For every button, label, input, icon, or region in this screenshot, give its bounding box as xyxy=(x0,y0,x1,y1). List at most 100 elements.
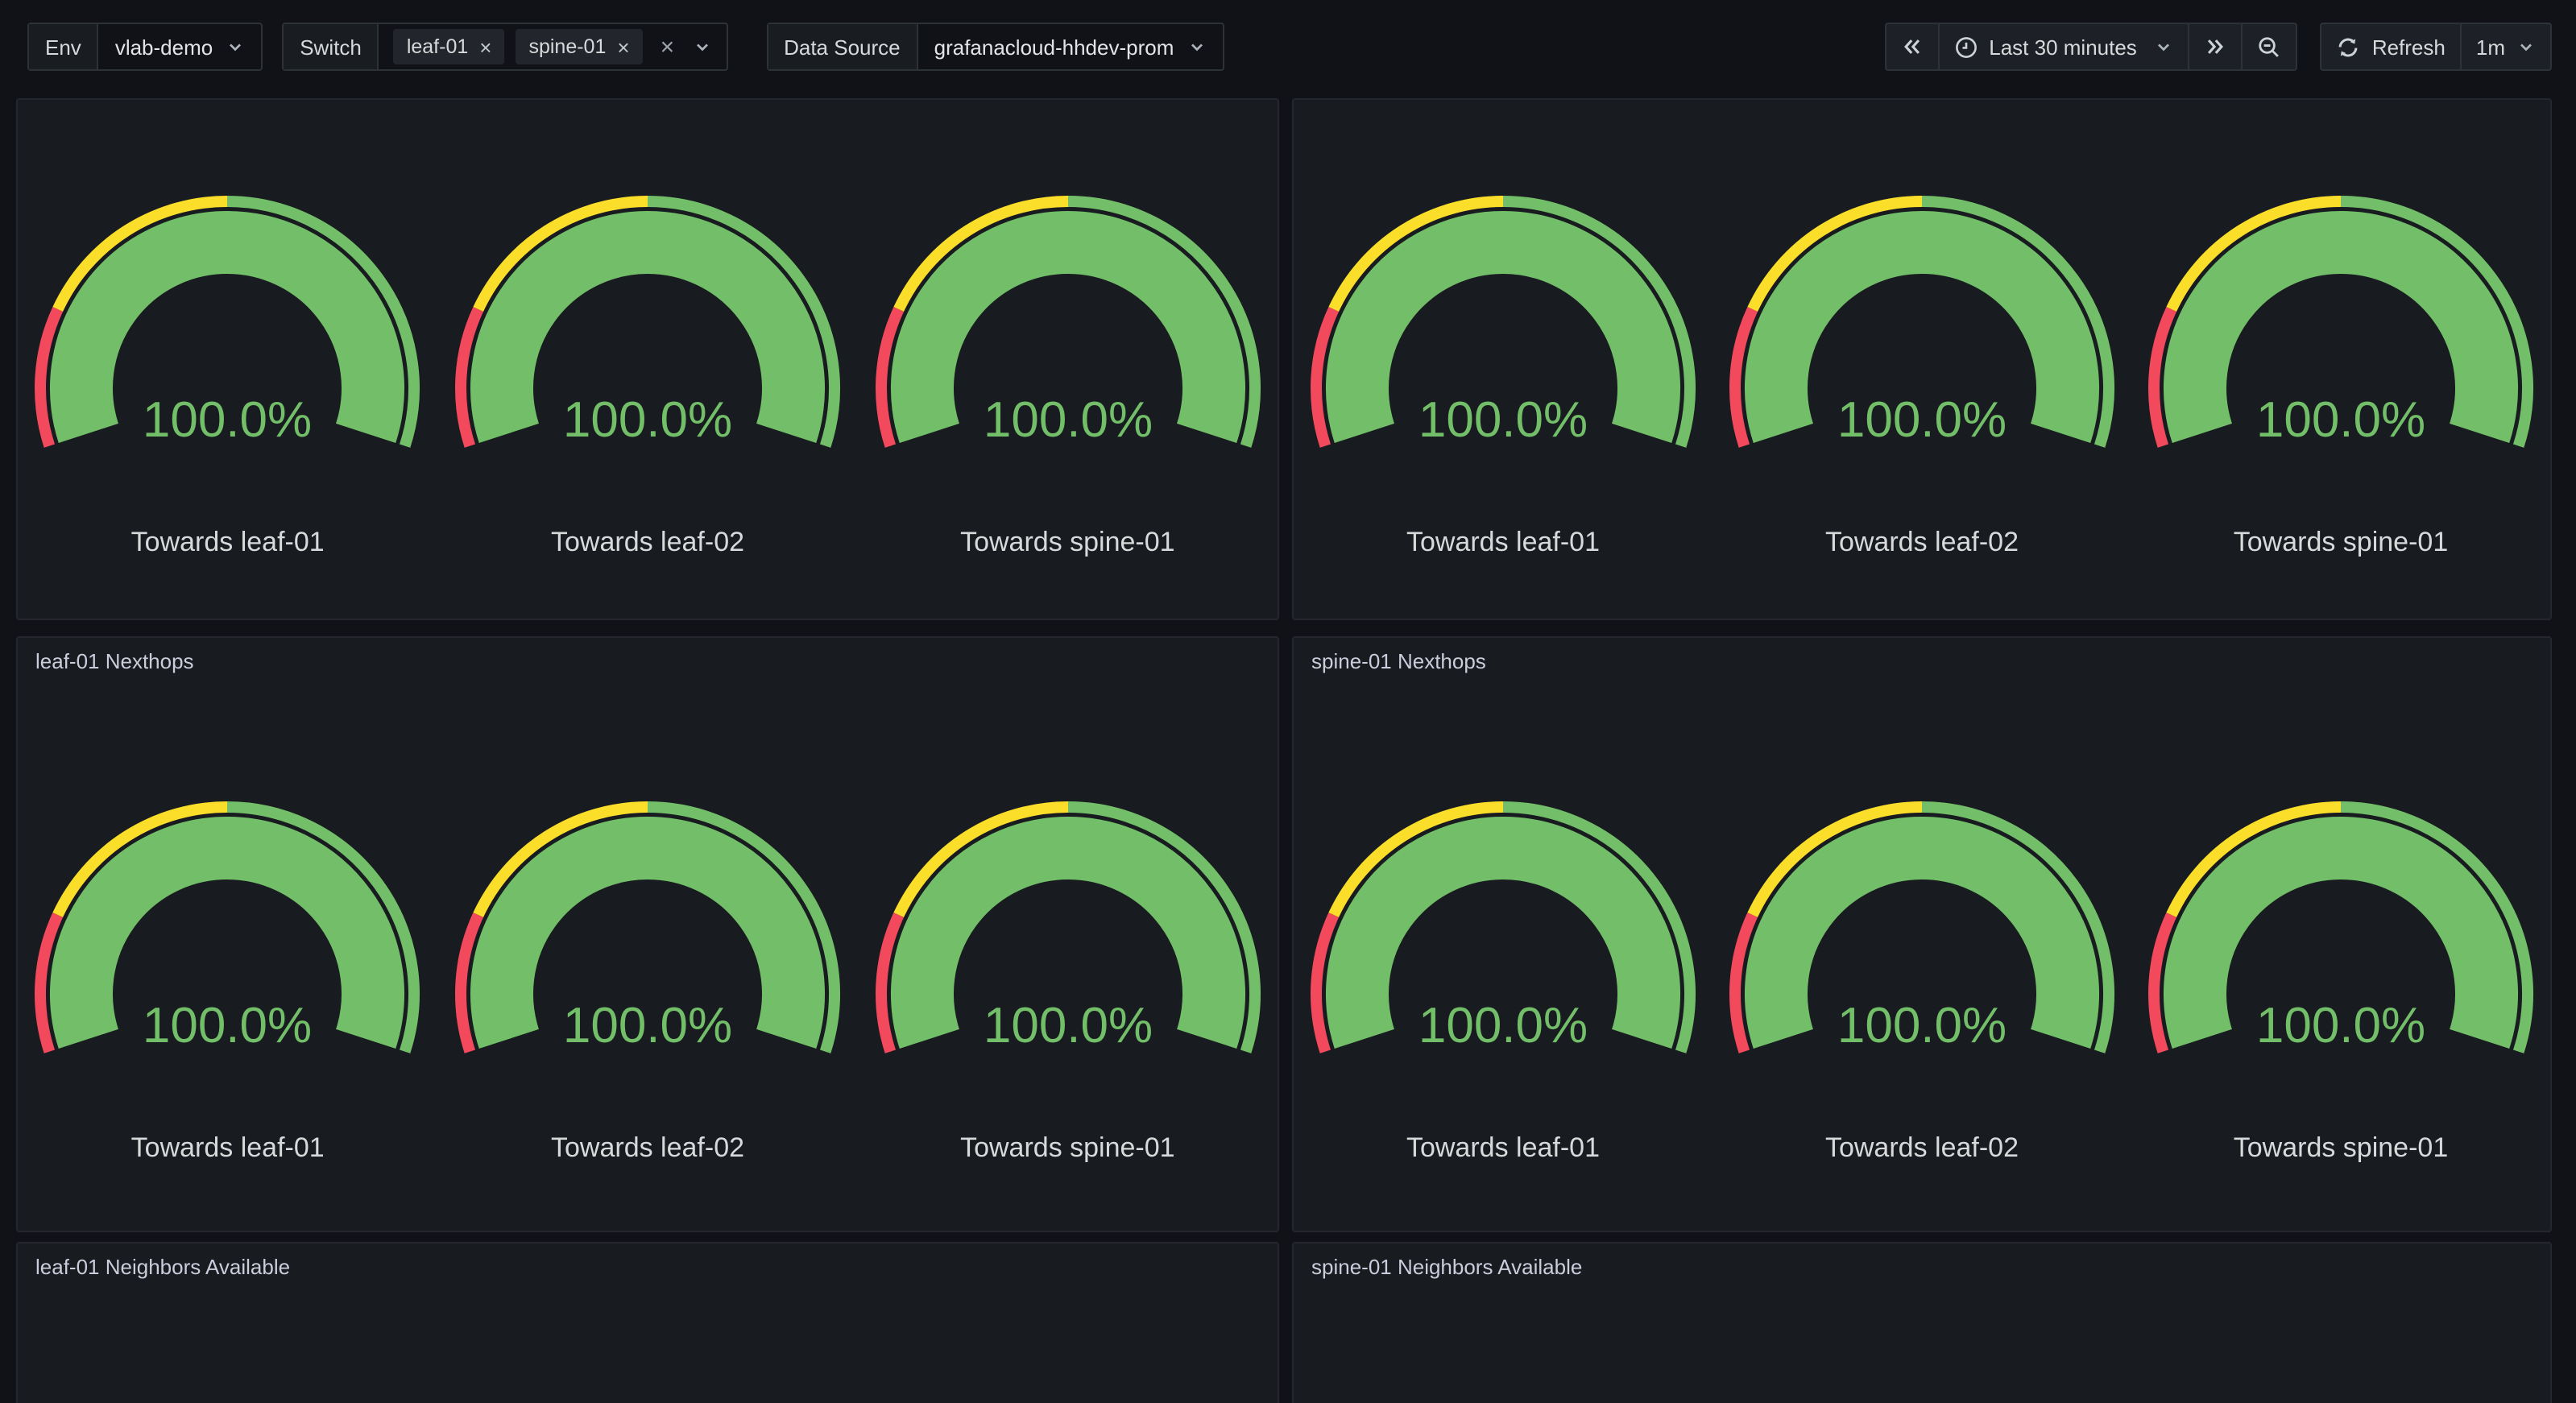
env-variable-picker[interactable]: vlab-demo xyxy=(99,24,261,69)
gauge-value: 100.0% xyxy=(1418,998,1588,1053)
gauge-label: Towards leaf-01 xyxy=(1406,1132,1600,1165)
switch-tag-leaf-01[interactable]: leaf-01 × xyxy=(394,29,505,64)
panel-title[interactable]: spine-01 Neighbors Available xyxy=(1294,1244,2550,1279)
gauge: 100.0% Towards leaf-01 xyxy=(18,797,437,1165)
gauge: 100.0% Towards leaf-01 xyxy=(1294,192,1713,559)
datasource-variable-control: Data Source grafanacloud-hhdev-prom xyxy=(766,23,1224,71)
env-variable-value: vlab-demo xyxy=(115,35,213,59)
gauge: 100.0% Towards spine-01 xyxy=(858,192,1278,559)
gauge-row: 100.0% Towards leaf-01 100.0% Towards le… xyxy=(18,797,1278,1165)
refresh-label: Refresh xyxy=(2372,35,2446,59)
gauge-value: 100.0% xyxy=(2256,392,2425,448)
time-shift-back-button[interactable] xyxy=(1886,24,1937,69)
gauge-row: 100.0% Towards leaf-01 100.0% Towards le… xyxy=(1294,797,2550,1165)
gauge-value: 100.0% xyxy=(1837,392,2007,448)
gauge-value: 100.0% xyxy=(143,392,313,448)
refresh-group: Refresh 1m xyxy=(2321,23,2552,71)
gauge-arc: 100.0% xyxy=(874,192,1261,453)
gauge-arc: 100.0% xyxy=(454,192,841,453)
panel-gauges-right-top: 100.0% Towards leaf-01 100.0% Towards le… xyxy=(1292,98,2552,620)
refresh-sync-icon xyxy=(2337,35,2361,59)
gauge-label: Towards spine-01 xyxy=(2234,1132,2449,1165)
panel-title[interactable]: leaf-01 Neighbors Available xyxy=(18,1244,1278,1279)
datasource-variable-picker[interactable]: grafanacloud-hhdev-prom xyxy=(918,24,1223,69)
refresh-interval-picker[interactable]: 1m xyxy=(2460,24,2550,69)
gauge-arc: 100.0% xyxy=(874,797,1261,1058)
remove-tag-icon[interactable]: × xyxy=(617,36,629,57)
chevron-down-icon xyxy=(2155,37,2174,56)
time-controls: Last 30 minutes xyxy=(1884,23,2552,71)
gauge-value: 100.0% xyxy=(563,392,732,448)
panel-spine-01-nexthops: spine-01 Nexthops 100.0% Towards leaf-01… xyxy=(1292,636,2552,1232)
gauge: 100.0% Towards spine-01 xyxy=(2131,797,2550,1165)
gauge-label: Towards leaf-01 xyxy=(131,527,325,559)
gauge-arc: 100.0% xyxy=(35,797,421,1058)
gauge: 100.0% Towards spine-01 xyxy=(2131,192,2550,559)
env-variable-label: Env xyxy=(29,24,99,69)
gauge-label: Towards leaf-02 xyxy=(551,527,744,559)
gauge-label: Towards leaf-01 xyxy=(131,1132,325,1165)
gauge: 100.0% Towards leaf-02 xyxy=(437,192,857,559)
gauge-label: Towards leaf-02 xyxy=(551,1132,744,1165)
switch-variable-picker[interactable]: leaf-01 × spine-01 × × xyxy=(379,24,726,69)
datasource-variable-value: grafanacloud-hhdev-prom xyxy=(934,35,1174,59)
time-picker-group: Last 30 minutes xyxy=(1884,23,2298,71)
gauge-label: Towards leaf-01 xyxy=(1406,527,1600,559)
grafana-dashboard: Env vlab-demo Switch leaf-01 × spine xyxy=(0,0,2576,1403)
clear-all-icon[interactable]: × xyxy=(654,33,681,60)
variable-controls: Env vlab-demo Switch leaf-01 × spine xyxy=(27,23,1224,71)
refresh-interval-value: 1m xyxy=(2476,35,2505,59)
zoom-out-icon xyxy=(2258,35,2282,59)
switch-variable-label: Switch xyxy=(284,24,379,69)
panel-title[interactable]: spine-01 Nexthops xyxy=(1294,638,2550,673)
gauge-row: 100.0% Towards leaf-01 100.0% Towards le… xyxy=(18,192,1278,559)
panel-leaf-01-neighbors-available: leaf-01 Neighbors Available xyxy=(16,1242,1279,1403)
gauge-row: 100.0% Towards leaf-01 100.0% Towards le… xyxy=(1294,192,2550,559)
double-chevron-left-icon xyxy=(1900,35,1923,58)
time-shift-forward-button[interactable] xyxy=(2189,24,2242,69)
refresh-button[interactable]: Refresh xyxy=(2322,24,2460,69)
gauge-label: Towards spine-01 xyxy=(960,1132,1175,1165)
chevron-down-icon xyxy=(2516,37,2536,56)
gauge: 100.0% Towards leaf-01 xyxy=(18,192,437,559)
gauge-label: Towards spine-01 xyxy=(960,527,1175,559)
time-range-label: Last 30 minutes xyxy=(1989,35,2137,59)
chevron-down-icon xyxy=(1187,37,1206,56)
gauge-label: Towards spine-01 xyxy=(2234,527,2449,559)
gauge-value: 100.0% xyxy=(2256,998,2425,1053)
gauge-arc: 100.0% xyxy=(1310,192,1696,453)
gauge-value: 100.0% xyxy=(983,998,1152,1053)
switch-variable-control: Switch leaf-01 × spine-01 × × xyxy=(282,23,727,71)
gauge: 100.0% Towards leaf-02 xyxy=(437,797,857,1165)
gauge-arc: 100.0% xyxy=(1729,797,2115,1058)
gauge: 100.0% Towards leaf-02 xyxy=(1713,797,2131,1165)
clock-icon xyxy=(1953,35,1978,59)
gauge-value: 100.0% xyxy=(1837,998,2007,1053)
gauge-value: 100.0% xyxy=(563,998,732,1053)
gauge-arc: 100.0% xyxy=(1310,797,1696,1058)
gauge-arc: 100.0% xyxy=(35,192,421,453)
dashboard-toolbar: Env vlab-demo Switch leaf-01 × spine xyxy=(27,23,2552,71)
panel-leaf-01-nexthops: leaf-01 Nexthops 100.0% Towards leaf-01 … xyxy=(16,636,1279,1232)
gauge-value: 100.0% xyxy=(1418,392,1588,448)
remove-tag-icon[interactable]: × xyxy=(479,36,491,57)
gauge-value: 100.0% xyxy=(143,998,313,1053)
gauge-arc: 100.0% xyxy=(1729,192,2115,453)
gauge: 100.0% Towards leaf-02 xyxy=(1713,192,2131,559)
gauge: 100.0% Towards spine-01 xyxy=(858,797,1278,1165)
panel-title[interactable]: leaf-01 Nexthops xyxy=(18,638,1278,673)
chevron-down-icon xyxy=(226,37,245,56)
gauge-arc: 100.0% xyxy=(454,797,841,1058)
double-chevron-right-icon xyxy=(2205,35,2227,58)
gauge-label: Towards leaf-02 xyxy=(1825,527,2019,559)
chevron-down-icon[interactable] xyxy=(692,37,711,56)
switch-tag-spine-01[interactable]: spine-01 × xyxy=(516,29,642,64)
env-variable-control: Env vlab-demo xyxy=(27,23,263,71)
zoom-out-button[interactable] xyxy=(2242,24,2296,69)
switch-tag-label: spine-01 xyxy=(528,35,606,58)
gauge-value: 100.0% xyxy=(983,392,1152,448)
switch-tag-label: leaf-01 xyxy=(407,35,468,58)
time-range-picker[interactable]: Last 30 minutes xyxy=(1937,24,2189,69)
gauge-label: Towards leaf-02 xyxy=(1825,1132,2019,1165)
gauge-arc: 100.0% xyxy=(2147,192,2534,453)
